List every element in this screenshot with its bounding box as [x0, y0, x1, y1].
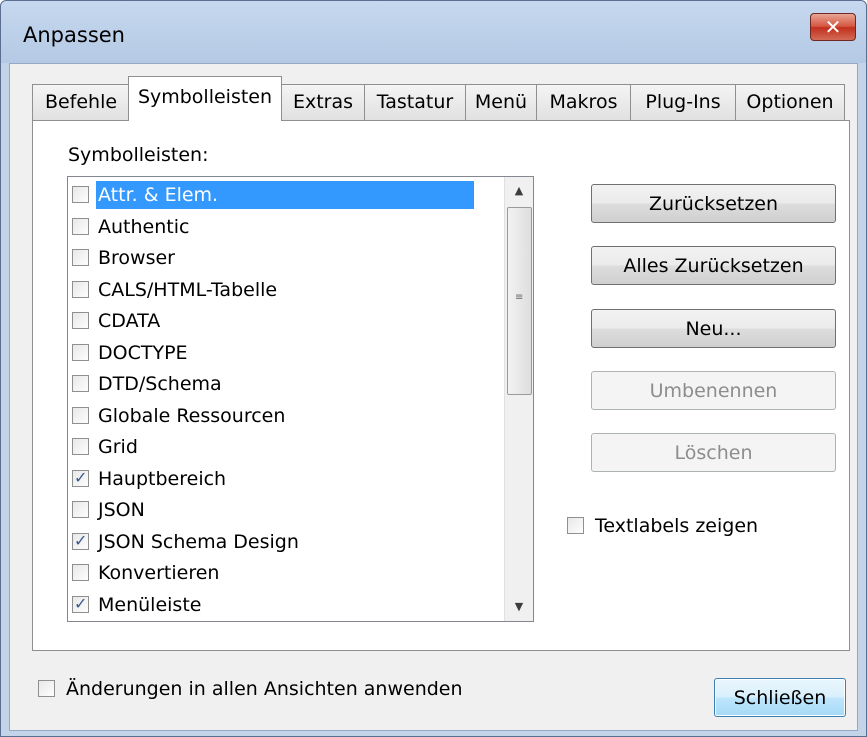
toolbar-label: CALS/HTML-Tabelle — [98, 278, 278, 301]
dialog-title: Anpassen — [23, 23, 125, 47]
tab-extras[interactable]: Extras — [281, 84, 365, 121]
list-item[interactable]: DTD/Schema — [68, 368, 508, 400]
list-item[interactable]: ✓ JSON Schema Design — [68, 526, 508, 558]
toolbar-checkbox[interactable] — [72, 186, 89, 203]
close-icon: ✕ — [824, 15, 842, 39]
tab-optionen[interactable]: Optionen — [735, 84, 845, 121]
toolbar-checkbox[interactable] — [72, 280, 89, 298]
toolbar-label: DOCTYPE — [98, 341, 188, 364]
toolbar-label: Konvertieren — [98, 562, 220, 584]
list-item[interactable]: CDATA — [68, 305, 508, 337]
scroll-down-arrow-icon[interactable]: ▼ — [505, 593, 533, 621]
check-icon: ✓ — [74, 467, 88, 487]
tab-symbolleisten[interactable]: Symbolleisten — [128, 76, 282, 121]
check-icon: ✓ — [74, 530, 88, 550]
reset-button[interactable]: Zurücksetzen — [591, 184, 836, 223]
tab-bar: Befehle Symbolleisten Extras Tastatur Me… — [32, 76, 852, 121]
list-item[interactable]: Authentic — [68, 211, 508, 243]
toolbar-checkbox[interactable] — [72, 312, 89, 329]
apply-all-views-checkbox[interactable] — [38, 680, 55, 697]
tab-plug-ins[interactable]: Plug-Ins — [630, 84, 736, 121]
toolbars-listbox[interactable]: Attr. & Elem. Authentic Browser CALS/HTML-T… — [67, 176, 534, 622]
scrollbar-thumb[interactable]: ≡ — [507, 207, 532, 395]
list-item[interactable]: DOCTYPE — [68, 337, 508, 369]
toolbar-label: Hauptbereich — [98, 467, 227, 490]
tab-befehle[interactable]: Befehle — [32, 84, 130, 121]
show-text-labels-label: Textlabels zeigen — [595, 515, 759, 537]
title-bar[interactable]: Anpassen ✕ — [1, 1, 866, 63]
list-item[interactable]: CALS/HTML-Tabelle — [68, 274, 508, 306]
list-item[interactable]: ✓ Menüleiste — [68, 589, 508, 621]
toolbar-label: DTD/Schema — [98, 373, 222, 395]
toolbar-label: Menüleiste — [98, 593, 202, 616]
toolbar-checkbox[interactable]: ✓ — [72, 593, 89, 613]
delete-button[interactable]: Löschen — [591, 433, 836, 472]
dialog-client-area: Befehle Symbolleisten Extras Tastatur Me… — [9, 63, 858, 731]
toolbar-checkbox[interactable]: ✓ — [72, 467, 89, 487]
toolbar-label: Grid — [98, 436, 138, 458]
toolbar-checkbox[interactable] — [72, 249, 89, 266]
toolbar-label: Browser — [98, 247, 175, 269]
tab-menue[interactable]: Menü — [465, 84, 537, 121]
check-icon: ✓ — [74, 593, 88, 613]
toolbar-checkbox[interactable] — [72, 501, 89, 518]
toolbar-label: Authentic — [98, 215, 190, 238]
toolbar-checkbox[interactable] — [72, 438, 89, 455]
toolbar-checkbox[interactable] — [72, 343, 89, 361]
toolbar-checkbox[interactable] — [72, 217, 89, 235]
toolbar-label: JSON — [98, 499, 145, 521]
toolbar-checkbox[interactable] — [72, 406, 89, 424]
list-item[interactable]: Konvertieren — [68, 557, 508, 589]
list-item[interactable]: ✓ Hauptbereich — [68, 463, 508, 495]
list-item[interactable]: Grid — [68, 431, 508, 463]
tab-tastatur[interactable]: Tastatur — [364, 84, 466, 121]
dialog-window: Anpassen ✕ Befehle Symbolleisten Extras … — [0, 0, 867, 737]
reset-all-button[interactable]: Alles Zurücksetzen — [591, 246, 836, 285]
list-item[interactable]: Attr. & Elem. — [68, 179, 508, 211]
symbolleisten-panel: Symbolleisten: Attr. & Elem. Authentic Bro… — [32, 120, 850, 651]
toolbar-label: JSON Schema Design — [98, 530, 299, 553]
toolbars-list-label: Symbolleisten: — [68, 144, 209, 166]
list-item[interactable]: Globale Ressourcen — [68, 400, 508, 432]
toolbar-label: Attr. & Elem. — [96, 181, 474, 209]
close-button[interactable]: Schließen — [714, 678, 846, 717]
rename-button[interactable]: Umbenennen — [591, 371, 836, 410]
tab-makros[interactable]: Makros — [536, 84, 631, 121]
toolbar-label: CDATA — [98, 310, 161, 332]
grip-icon: ≡ — [515, 292, 524, 303]
toolbar-checkbox[interactable] — [72, 375, 89, 392]
listbox-scrollbar[interactable]: ▲ ≡ ▼ — [504, 177, 533, 621]
list-item[interactable]: Browser — [68, 242, 508, 274]
list-item[interactable]: JSON — [68, 494, 508, 526]
close-window-button[interactable]: ✕ — [810, 13, 856, 41]
new-button[interactable]: Neu... — [591, 309, 836, 348]
show-text-labels-checkbox[interactable] — [567, 517, 584, 534]
scroll-up-arrow-icon[interactable]: ▲ — [505, 177, 533, 205]
toolbar-label: Globale Ressourcen — [98, 404, 286, 427]
apply-all-views-label: Änderungen in allen Ansichten anwenden — [66, 678, 463, 700]
toolbar-checkbox[interactable] — [72, 564, 89, 581]
toolbar-checkbox[interactable]: ✓ — [72, 530, 89, 550]
